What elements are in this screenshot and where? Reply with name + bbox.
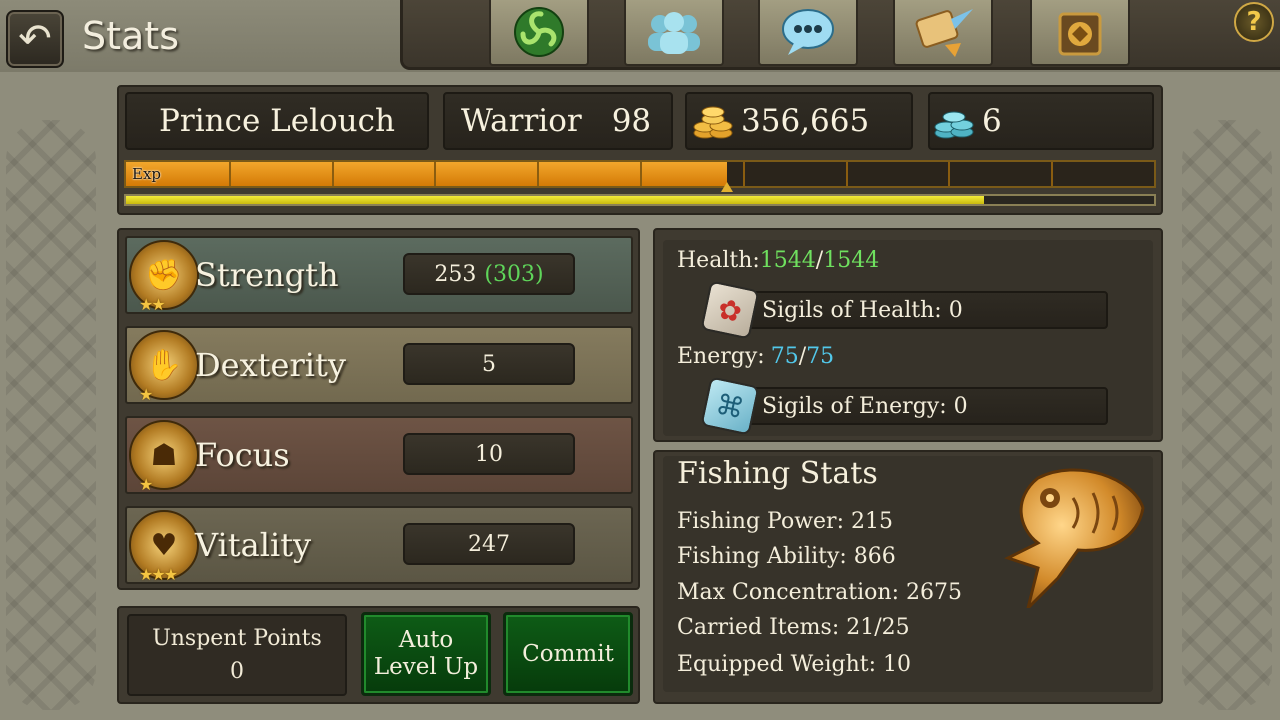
health-label: Health:: [677, 248, 760, 273]
exp-segment-divider: [742, 162, 745, 186]
exp-segment-divider: [434, 162, 437, 186]
commit-button[interactable]: Commit: [503, 612, 633, 696]
player-name: Prince Lelouch: [159, 103, 395, 139]
health-line: Health:1544/1544: [677, 248, 879, 273]
sigils-energy-text: Sigils of Energy: 0: [762, 393, 968, 419]
fishing-power: Fishing Power: 215: [677, 509, 893, 534]
carried-items: Carried Items: 21/25: [677, 615, 910, 640]
player-class: Warrior: [461, 103, 582, 139]
stat-name: Dexterity: [195, 346, 346, 384]
stat-bonus-value: (303): [484, 261, 544, 287]
exp-segment-divider: [537, 162, 540, 186]
commit-label: Commit: [522, 640, 614, 667]
friends-icon: [648, 12, 700, 54]
gold-amount: 356,665: [741, 103, 870, 139]
stat-value-box: 247: [403, 523, 575, 565]
nav-button-guild[interactable]: [1030, 0, 1130, 66]
chat-icon: [782, 9, 834, 55]
health-max: 1544: [823, 248, 880, 273]
stat-value-box: 10: [403, 433, 575, 475]
stat-row-strength: ✊ ★★ Strength 253 (303): [125, 236, 633, 314]
fishing-stats-title: Fishing Stats: [677, 456, 878, 491]
exp-segment-divider: [640, 162, 642, 186]
gems-amount: 6: [982, 103, 1002, 139]
triskele-icon: [514, 7, 564, 57]
back-arrow-icon: ↶: [18, 16, 52, 62]
help-button[interactable]: ?: [1234, 2, 1274, 42]
max-concentration: Max Concentration: 2675: [677, 580, 962, 605]
unspent-points-label: Unspent Points: [152, 626, 322, 651]
energy-line: Energy: 75/75: [677, 344, 834, 369]
stat-name: Focus: [195, 436, 290, 474]
sigils-energy-box: Sigils of Energy: 0: [742, 387, 1108, 425]
gems-box: 6: [928, 92, 1154, 150]
energy-max: 75: [806, 344, 835, 369]
exp-bar: Exp: [124, 160, 1156, 188]
stat-row-dexterity: ✋ ★ Dexterity 5: [125, 326, 633, 404]
stat-row-vitality: ♥ ★★★ Vitality 247: [125, 506, 633, 584]
unspent-points-box: Unspent Points 0: [127, 614, 347, 696]
sigil-health-icon: ✿: [700, 280, 760, 340]
strength-stars: ★★: [139, 295, 166, 314]
exp-segment-divider: [331, 162, 334, 186]
stat-value: 5: [482, 351, 496, 377]
sigil-energy-icon: ⌘: [700, 376, 760, 436]
stat-name: Vitality: [195, 526, 312, 564]
nav-button-quests[interactable]: [893, 0, 993, 66]
gem-coins-icon: [934, 111, 974, 139]
equipped-weight: Equipped Weight: 10: [677, 652, 911, 677]
energy-slash: /: [798, 344, 807, 369]
exp-segment-divider: [948, 162, 951, 186]
back-button[interactable]: ↶: [6, 10, 64, 68]
stat-value: 253: [434, 261, 477, 287]
auto-level-up-button[interactable]: Auto Level Up: [361, 612, 491, 696]
gold-coins-icon: [693, 106, 733, 139]
stat-value: 10: [475, 441, 503, 467]
energy-current: 75: [770, 344, 799, 369]
energy-label: Energy:: [677, 344, 765, 369]
guild-crest-icon: [1058, 12, 1102, 56]
secondary-progress-bar: [124, 194, 1156, 206]
stat-value-box: 5: [403, 343, 575, 385]
auto-level-up-label-line2: Level Up: [373, 654, 479, 680]
nav-button-chat[interactable]: [758, 0, 858, 66]
dexterity-stars: ★: [139, 385, 153, 404]
fishing-ability: Fishing Ability: 866: [677, 544, 896, 569]
stat-value-box: 253 (303): [403, 253, 575, 295]
nav-button-friends[interactable]: [624, 0, 724, 66]
left-knot-decoration: [6, 120, 96, 710]
vitality-stars: ★★★: [139, 565, 178, 584]
exp-label: Exp: [132, 165, 162, 183]
stat-row-focus: ☗ ★ Focus 10: [125, 416, 633, 494]
focus-stars: ★: [139, 475, 153, 494]
page-title: Stats: [82, 14, 180, 58]
exp-segment-divider: [845, 162, 848, 186]
stat-value: 247: [468, 531, 510, 557]
sigils-health-box: Sigils of Health: 0: [742, 291, 1108, 329]
nav-button-skills[interactable]: [489, 0, 589, 66]
quest-scroll-icon: [915, 9, 973, 57]
health-current: 1544: [759, 248, 816, 273]
auto-level-up-label-line1: Auto: [398, 627, 454, 653]
right-knot-decoration: [1182, 120, 1272, 710]
player-name-box: Prince Lelouch: [125, 92, 429, 150]
stat-name: Strength: [195, 256, 339, 294]
player-level: 98: [611, 103, 652, 139]
gold-box: 356,665: [685, 92, 913, 150]
exp-segment-divider: [228, 162, 231, 186]
sigils-health-text: Sigils of Health: 0: [762, 297, 963, 323]
unspent-points-value: 0: [230, 659, 244, 684]
exp-segment-divider: [1051, 162, 1054, 186]
exp-bar-fill: [126, 162, 728, 186]
secondary-progress-fill: [126, 196, 985, 204]
exp-marker: [721, 182, 734, 192]
class-level-box: Warrior 98: [443, 92, 673, 150]
golden-fish-icon: [1004, 468, 1145, 608]
help-question-icon: ?: [1246, 7, 1262, 37]
